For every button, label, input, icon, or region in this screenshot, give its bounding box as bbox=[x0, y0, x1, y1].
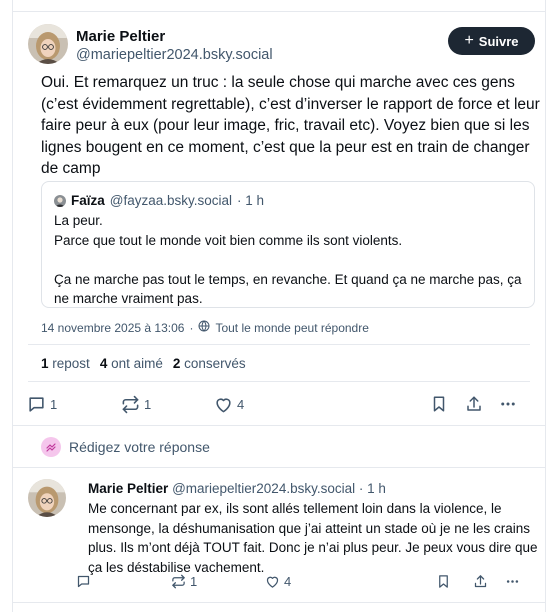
quoted-post-time: · 1 h bbox=[237, 193, 265, 208]
reply-repost-button[interactable]: 1 bbox=[171, 574, 197, 589]
reply-like-count: 4 bbox=[284, 574, 292, 589]
reply-compose-icon bbox=[41, 437, 61, 457]
share-action-button[interactable] bbox=[465, 395, 483, 413]
quoted-line: La peur. bbox=[54, 213, 103, 228]
reply-author-avatar[interactable] bbox=[28, 479, 66, 517]
divider bbox=[28, 344, 530, 345]
bookmark-action-button[interactable] bbox=[430, 395, 448, 413]
reply-setting[interactable]: Tout le monde peut répondre bbox=[215, 321, 368, 335]
reply-composer-placeholder: Rédigez votre réponse bbox=[69, 439, 210, 455]
divider bbox=[13, 602, 545, 603]
like-count: 4 bbox=[237, 397, 245, 412]
post-text: Oui. Et remarquez un truc : la seule cho… bbox=[41, 74, 540, 177]
quoted-author-handle: @fayzaa.bsky.social bbox=[109, 193, 233, 208]
follow-button[interactable]: + Suivre bbox=[448, 27, 535, 55]
share-icon bbox=[465, 395, 483, 413]
reply-bookmark-button[interactable] bbox=[436, 574, 451, 589]
quoted-post-header: Faïza @fayzaa.bsky.social · 1 h bbox=[54, 193, 264, 208]
divider bbox=[28, 381, 530, 382]
more-icon bbox=[505, 574, 520, 589]
divider bbox=[13, 467, 545, 468]
globe-icon bbox=[198, 320, 210, 335]
reply-more-button[interactable] bbox=[505, 574, 520, 589]
author-name[interactable]: Marie Peltier bbox=[76, 28, 165, 45]
quoted-line: Parce que tout le monde voit bien comme … bbox=[54, 232, 403, 248]
bookmark-icon bbox=[436, 574, 451, 589]
like-action-button[interactable]: 4 bbox=[214, 395, 244, 414]
more-icon bbox=[499, 395, 517, 413]
thread-frame: Marie Peltier @mariepeltier2024.bsky.soc… bbox=[12, 0, 546, 612]
meta-separator: · bbox=[189, 320, 194, 335]
reply-action-button[interactable]: 1 bbox=[27, 395, 57, 414]
plus-icon: + bbox=[464, 32, 474, 49]
reply-repost-count: 1 bbox=[190, 574, 198, 589]
repost-action-button[interactable]: 1 bbox=[121, 395, 151, 414]
reply-author-handle[interactable]: @mariepeltier2024.bsky.social bbox=[172, 481, 355, 496]
quoted-post[interactable]: Faïza @fayzaa.bsky.social · 1 h La peur.… bbox=[41, 181, 535, 308]
saves-stat[interactable]: 2 conservés bbox=[173, 356, 246, 371]
reply-time: · 1 h bbox=[358, 481, 386, 496]
reply-author-name[interactable]: Marie Peltier bbox=[88, 481, 168, 496]
reply-header: Marie Peltier @mariepeltier2024.bsky.soc… bbox=[88, 481, 386, 496]
heart-icon bbox=[265, 574, 280, 589]
follow-button-label: Suivre bbox=[478, 33, 519, 49]
quoted-author-avatar bbox=[54, 194, 66, 207]
comment-icon bbox=[76, 574, 91, 589]
comment-icon bbox=[27, 395, 46, 414]
author-handle[interactable]: @mariepeltier2024.bsky.social bbox=[76, 47, 273, 63]
more-options-button[interactable] bbox=[499, 395, 517, 413]
repost-icon bbox=[121, 395, 140, 414]
divider bbox=[13, 425, 545, 426]
likes-stat[interactable]: 4 ont aimé bbox=[100, 356, 163, 371]
author-avatar[interactable] bbox=[28, 24, 68, 64]
quoted-author-name: Faïza bbox=[71, 193, 105, 208]
reply-text: Me concernant par ex, ils sont allés tel… bbox=[88, 501, 538, 575]
post-stats: 1 repost 4 ont aimé 2 conservés bbox=[41, 356, 246, 371]
share-icon bbox=[473, 574, 488, 589]
post-meta: 14 novembre 2025 à 13:06 · Tout le monde… bbox=[41, 320, 369, 335]
repost-count: 1 bbox=[144, 397, 152, 412]
quoted-line: Ça ne marche pas tout le temps, en revan… bbox=[54, 271, 522, 307]
reply-count: 1 bbox=[50, 397, 58, 412]
top-divider bbox=[13, 11, 545, 12]
quoted-post-text: La peur. Parce que tout le monde voit bi… bbox=[54, 211, 530, 309]
reply-composer[interactable]: Rédigez votre réponse bbox=[41, 437, 210, 457]
reply-reply-button[interactable] bbox=[76, 574, 95, 589]
reposts-stat[interactable]: 1 repost bbox=[41, 356, 90, 371]
repost-icon bbox=[171, 574, 186, 589]
heart-icon bbox=[214, 395, 233, 414]
reply-like-button[interactable]: 4 bbox=[265, 574, 291, 589]
reply-share-button[interactable] bbox=[473, 574, 488, 589]
bookmark-icon bbox=[430, 395, 448, 413]
post-date: 14 novembre 2025 à 13:06 bbox=[41, 320, 185, 335]
